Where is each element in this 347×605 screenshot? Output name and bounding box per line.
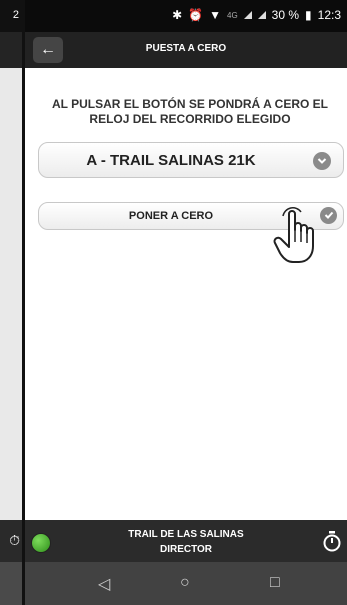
event-info: TRAIL DE LAS SALINAS DIRECTOR — [25, 527, 347, 557]
wifi-icon: ▼ — [209, 8, 221, 22]
nav-home-icon[interactable]: ○ — [180, 574, 190, 592]
background-stopwatch-icon: ⏱ — [9, 532, 20, 548]
background-bottom-bar: ⏱ — [0, 520, 22, 562]
phone-screen: ✱ ⏰ ▼ 4G 30 % ▮ 12:3 ← PUESTA A CERO AL … — [25, 0, 347, 605]
background-nav-bar — [0, 562, 22, 605]
nav-recents-icon[interactable]: □ — [270, 574, 280, 592]
signal-icon-2 — [257, 11, 266, 19]
bottom-bar: TRAIL DE LAS SALINAS DIRECTOR — [25, 520, 347, 562]
background-screen-panel: 2 ⏱ — [0, 0, 22, 605]
status-time: 12:3 — [317, 8, 341, 22]
bluetooth-icon: ✱ — [172, 8, 183, 22]
status-icons: ✱ ⏰ ▼ 4G 30 % ▮ 12:3 — [172, 8, 341, 22]
signal-icon — [243, 11, 252, 19]
stopwatch-icon[interactable] — [321, 530, 343, 552]
background-status-bar: 2 — [0, 0, 22, 32]
route-select-value: A - TRAIL SALINAS 21K — [86, 152, 256, 169]
page-title: PUESTA A CERO — [145, 43, 227, 54]
battery-percent: 30 % — [271, 8, 300, 22]
event-name: TRAIL DE LAS SALINAS — [128, 529, 244, 540]
instruction-line-1: AL PULSAR EL BOTÓN SE PONDRÁ A CERO EL — [51, 97, 329, 111]
instruction-line-2: RELOJ DEL RECORRIDO ELEGIDO — [89, 112, 291, 126]
tap-hand-icon — [273, 207, 314, 263]
status-bar: ✱ ⏰ ▼ 4G 30 % ▮ 12:3 — [25, 0, 347, 32]
network-type: 4G — [227, 10, 238, 20]
battery-icon: ▮ — [305, 8, 312, 22]
nav-back-icon[interactable]: ◁ — [98, 574, 110, 594]
chevron-down-circle-icon — [313, 152, 331, 170]
app-header: ← PUESTA A CERO — [25, 32, 347, 68]
check-circle-icon — [320, 207, 337, 224]
background-status-time: 2 — [12, 9, 19, 21]
user-role: DIRECTOR — [159, 544, 213, 555]
reset-button-label: PONER A CERO — [128, 210, 214, 222]
android-nav-bar: ◁ ○ □ — [25, 562, 347, 605]
background-top-bar — [0, 32, 22, 68]
alarm-icon: ⏰ — [188, 8, 204, 22]
instruction-text: AL PULSAR EL BOTÓN SE PONDRÁ A CERO EL R… — [45, 97, 335, 127]
route-select[interactable]: A - TRAIL SALINAS 21K — [38, 142, 344, 178]
